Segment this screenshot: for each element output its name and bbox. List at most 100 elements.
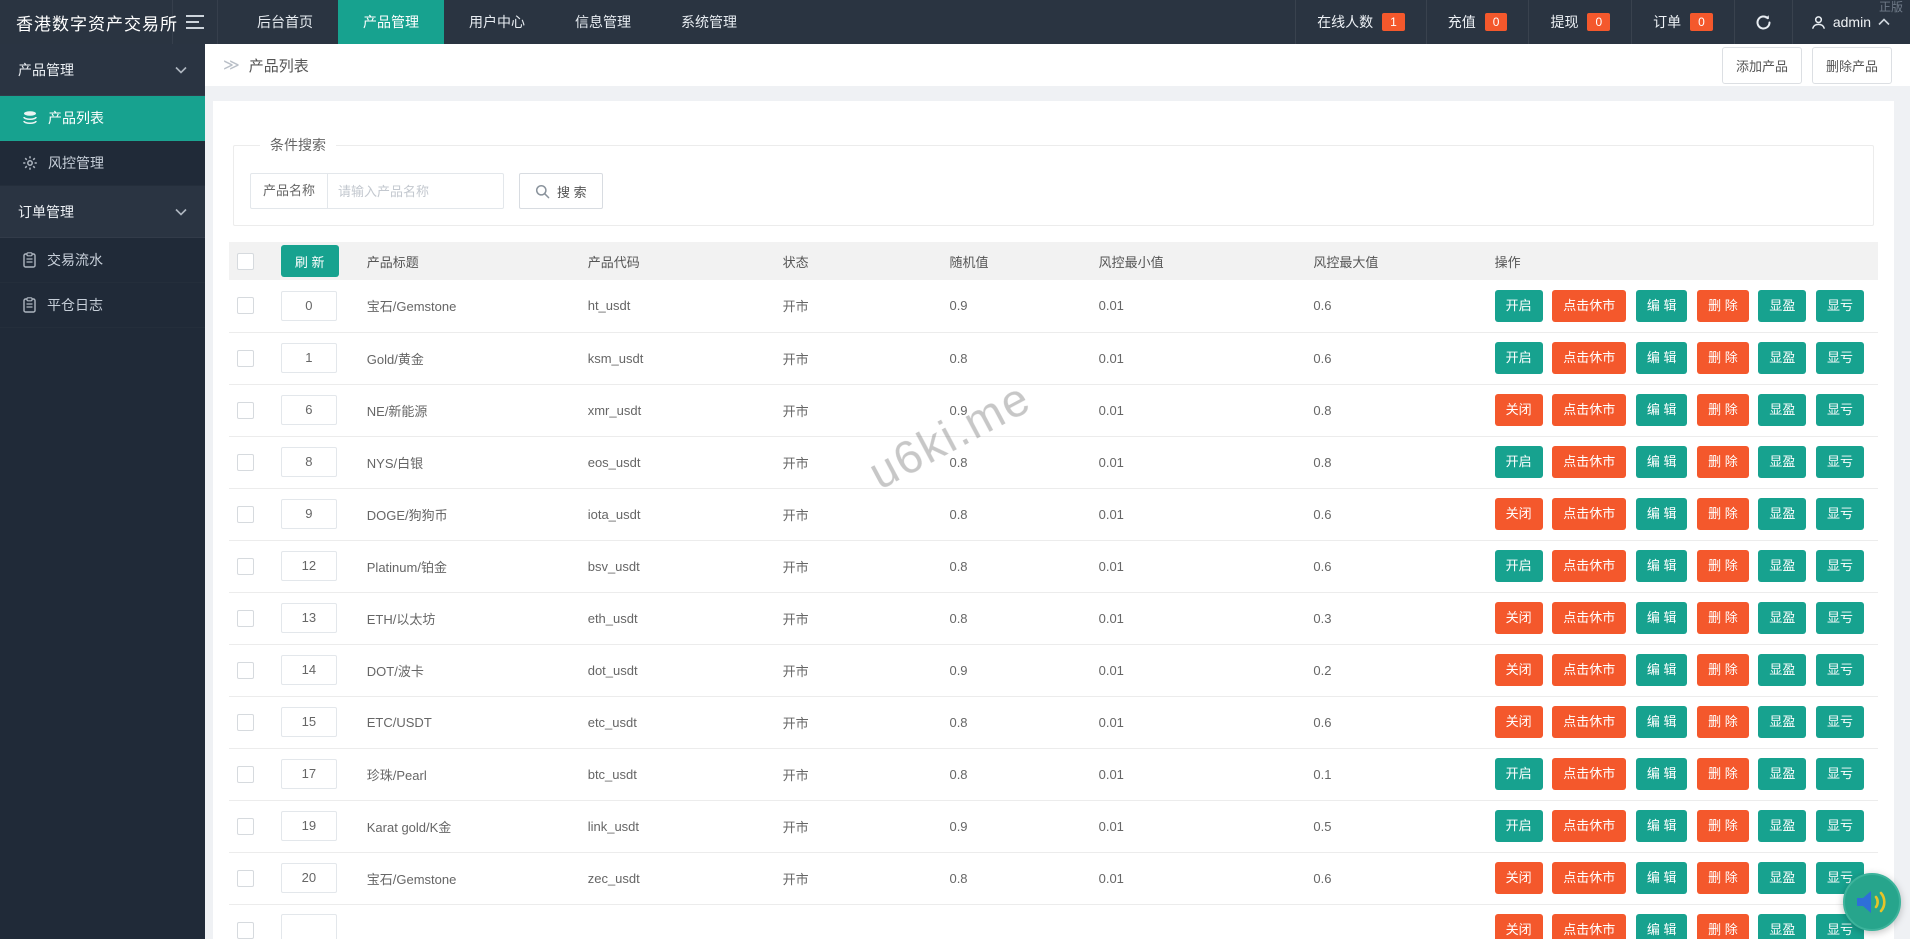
delete-button[interactable]: 删 除 <box>1697 342 1749 374</box>
sidebar-item-close-position-log[interactable]: 平仓日志 <box>0 283 205 328</box>
delete-product-button[interactable]: 删除产品 <box>1812 47 1892 84</box>
stat-online-users[interactable]: 在线人数 1 <box>1295 0 1426 44</box>
edit-button[interactable]: 编 辑 <box>1636 758 1688 790</box>
search-button[interactable]: 搜 索 <box>519 173 603 209</box>
toggle-market-button[interactable]: 开启 <box>1495 550 1543 582</box>
sidebar-item-product-list[interactable]: 产品列表 <box>0 96 205 141</box>
row-id-input[interactable]: 13 <box>281 603 337 633</box>
delete-button[interactable]: 删 除 <box>1697 654 1749 686</box>
show-profit-button[interactable]: 显盈 <box>1758 290 1806 322</box>
toggle-market-button[interactable]: 开启 <box>1495 290 1543 322</box>
toggle-market-button[interactable]: 开启 <box>1495 342 1543 374</box>
show-loss-button[interactable]: 显亏 <box>1816 498 1864 530</box>
row-checkbox[interactable] <box>237 662 254 679</box>
row-checkbox[interactable] <box>237 870 254 887</box>
delete-button[interactable]: 删 除 <box>1697 550 1749 582</box>
nav-menu-item-home[interactable]: 后台首页 <box>232 0 338 44</box>
edit-button[interactable]: 编 辑 <box>1636 290 1688 322</box>
voice-button[interactable] <box>1843 873 1901 931</box>
refresh-page-button[interactable] <box>1734 0 1792 44</box>
sidebar-group-products[interactable]: 产品管理 <box>0 44 205 96</box>
refresh-table-button[interactable]: 刷 新 <box>281 245 339 277</box>
row-id-input[interactable]: 14 <box>281 655 337 685</box>
show-profit-button[interactable]: 显盈 <box>1758 498 1806 530</box>
nav-menu-item-products[interactable]: 产品管理 <box>338 0 444 44</box>
row-checkbox[interactable] <box>237 610 254 627</box>
show-loss-button[interactable]: 显亏 <box>1816 758 1864 790</box>
row-id-input[interactable]: 15 <box>281 707 337 737</box>
pause-market-button[interactable]: 点击休市 <box>1552 602 1626 634</box>
row-checkbox[interactable] <box>237 506 254 523</box>
delete-button[interactable]: 删 除 <box>1697 862 1749 894</box>
row-checkbox[interactable] <box>237 558 254 575</box>
show-loss-button[interactable]: 显亏 <box>1816 654 1864 686</box>
pause-market-button[interactable]: 点击休市 <box>1552 706 1626 738</box>
pause-market-button[interactable]: 点击休市 <box>1552 394 1626 426</box>
row-checkbox[interactable] <box>237 922 254 939</box>
delete-button[interactable]: 删 除 <box>1697 758 1749 790</box>
row-id-input[interactable]: 20 <box>281 863 337 893</box>
show-loss-button[interactable]: 显亏 <box>1816 602 1864 634</box>
sidebar-toggle-button[interactable] <box>172 0 218 44</box>
show-loss-button[interactable]: 显亏 <box>1816 342 1864 374</box>
row-id-input[interactable]: 9 <box>281 499 337 529</box>
edit-button[interactable]: 编 辑 <box>1636 498 1688 530</box>
show-profit-button[interactable]: 显盈 <box>1758 914 1806 939</box>
toggle-market-button[interactable]: 关闭 <box>1495 394 1543 426</box>
edit-button[interactable]: 编 辑 <box>1636 810 1688 842</box>
sidebar-group-orders[interactable]: 订单管理 <box>0 186 205 238</box>
add-product-button[interactable]: 添加产品 <box>1722 47 1802 84</box>
toggle-market-button[interactable]: 关闭 <box>1495 914 1543 939</box>
product-name-input[interactable] <box>328 173 504 209</box>
show-profit-button[interactable]: 显盈 <box>1758 862 1806 894</box>
row-id-input[interactable]: 12 <box>281 551 337 581</box>
row-id-input[interactable]: 17 <box>281 759 337 789</box>
row-id-input[interactable] <box>281 914 337 939</box>
row-checkbox[interactable] <box>237 297 254 314</box>
toggle-market-button[interactable]: 开启 <box>1495 810 1543 842</box>
stat-orders[interactable]: 订单 0 <box>1631 0 1734 44</box>
pause-market-button[interactable]: 点击休市 <box>1552 498 1626 530</box>
delete-button[interactable]: 删 除 <box>1697 498 1749 530</box>
row-id-input[interactable]: 8 <box>281 447 337 477</box>
edit-button[interactable]: 编 辑 <box>1636 446 1688 478</box>
delete-button[interactable]: 删 除 <box>1697 706 1749 738</box>
pause-market-button[interactable]: 点击休市 <box>1552 654 1626 686</box>
show-profit-button[interactable]: 显盈 <box>1758 446 1806 478</box>
show-profit-button[interactable]: 显盈 <box>1758 810 1806 842</box>
toggle-market-button[interactable]: 开启 <box>1495 446 1543 478</box>
delete-button[interactable]: 删 除 <box>1697 810 1749 842</box>
select-all-checkbox[interactable] <box>237 253 254 270</box>
nav-menu-item-system[interactable]: 系统管理 <box>656 0 762 44</box>
show-profit-button[interactable]: 显盈 <box>1758 706 1806 738</box>
show-profit-button[interactable]: 显盈 <box>1758 654 1806 686</box>
nav-menu-item-users[interactable]: 用户中心 <box>444 0 550 44</box>
edit-button[interactable]: 编 辑 <box>1636 862 1688 894</box>
toggle-market-button[interactable]: 关闭 <box>1495 498 1543 530</box>
edit-button[interactable]: 编 辑 <box>1636 342 1688 374</box>
row-checkbox[interactable] <box>237 818 254 835</box>
toggle-market-button[interactable]: 开启 <box>1495 758 1543 790</box>
delete-button[interactable]: 删 除 <box>1697 446 1749 478</box>
toggle-market-button[interactable]: 关闭 <box>1495 654 1543 686</box>
row-checkbox[interactable] <box>237 714 254 731</box>
sidebar-item-trade-flow[interactable]: 交易流水 <box>0 238 205 283</box>
show-profit-button[interactable]: 显盈 <box>1758 602 1806 634</box>
delete-button[interactable]: 删 除 <box>1697 290 1749 322</box>
row-id-input[interactable]: 19 <box>281 811 337 841</box>
nav-menu-item-info[interactable]: 信息管理 <box>550 0 656 44</box>
show-loss-button[interactable]: 显亏 <box>1816 706 1864 738</box>
show-loss-button[interactable]: 显亏 <box>1816 810 1864 842</box>
pause-market-button[interactable]: 点击休市 <box>1552 550 1626 582</box>
toggle-market-button[interactable]: 关闭 <box>1495 602 1543 634</box>
show-profit-button[interactable]: 显盈 <box>1758 342 1806 374</box>
toggle-market-button[interactable]: 关闭 <box>1495 706 1543 738</box>
stat-deposits[interactable]: 充值 0 <box>1426 0 1529 44</box>
row-checkbox[interactable] <box>237 766 254 783</box>
edit-button[interactable]: 编 辑 <box>1636 654 1688 686</box>
show-loss-button[interactable]: 显亏 <box>1816 550 1864 582</box>
row-id-input[interactable]: 6 <box>281 395 337 425</box>
pause-market-button[interactable]: 点击休市 <box>1552 290 1626 322</box>
pause-market-button[interactable]: 点击休市 <box>1552 342 1626 374</box>
show-profit-button[interactable]: 显盈 <box>1758 550 1806 582</box>
